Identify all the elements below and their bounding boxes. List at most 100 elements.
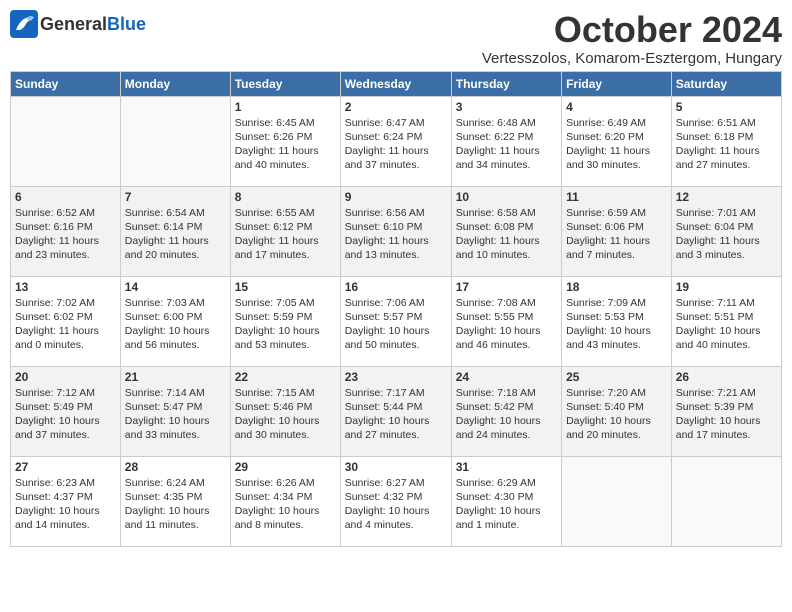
day-number: 24	[456, 370, 557, 384]
day-number: 18	[566, 280, 667, 294]
day-info: Sunrise: 7:06 AM Sunset: 5:57 PM Dayligh…	[345, 296, 447, 353]
calendar-day-cell: 11 Sunrise: 6:59 AM Sunset: 6:06 PM Dayli…	[562, 186, 672, 276]
calendar-day-cell	[11, 96, 121, 186]
day-info: Sunrise: 6:58 AM Sunset: 6:08 PM Dayligh…	[456, 206, 557, 263]
calendar-day-cell: 18 Sunrise: 7:09 AM Sunset: 5:53 PM Dayli…	[562, 276, 672, 366]
weekday-header-cell: Tuesday	[230, 71, 340, 96]
day-info: Sunrise: 6:23 AM Sunset: 4:37 PM Dayligh…	[15, 476, 116, 533]
calendar-day-cell: 17 Sunrise: 7:08 AM Sunset: 5:55 PM Dayli…	[451, 276, 561, 366]
day-info: Sunrise: 7:21 AM Sunset: 5:39 PM Dayligh…	[676, 386, 777, 443]
day-info: Sunrise: 6:45 AM Sunset: 6:26 PM Dayligh…	[235, 116, 336, 173]
calendar-week-row: 20 Sunrise: 7:12 AM Sunset: 5:49 PM Dayli…	[11, 366, 782, 456]
calendar-table: SundayMondayTuesdayWednesdayThursdayFrid…	[10, 71, 782, 547]
calendar-day-cell: 15 Sunrise: 7:05 AM Sunset: 5:59 PM Dayli…	[230, 276, 340, 366]
day-info: Sunrise: 7:08 AM Sunset: 5:55 PM Dayligh…	[456, 296, 557, 353]
day-info: Sunrise: 7:12 AM Sunset: 5:49 PM Dayligh…	[15, 386, 116, 443]
day-number: 31	[456, 460, 557, 474]
calendar-day-cell: 2 Sunrise: 6:47 AM Sunset: 6:24 PM Daylig…	[340, 96, 451, 186]
weekday-header-cell: Thursday	[451, 71, 561, 96]
page-header: GeneralBlue October 2024 Vertesszolos, K…	[10, 10, 782, 67]
day-number: 28	[125, 460, 226, 474]
calendar-day-cell: 24 Sunrise: 7:18 AM Sunset: 5:42 PM Dayli…	[451, 366, 561, 456]
calendar-week-row: 13 Sunrise: 7:02 AM Sunset: 6:02 PM Dayli…	[11, 276, 782, 366]
day-number: 15	[235, 280, 336, 294]
location: Vertesszolos, Komarom-Esztergom, Hungary	[482, 50, 782, 67]
day-info: Sunrise: 6:27 AM Sunset: 4:32 PM Dayligh…	[345, 476, 447, 533]
calendar-day-cell: 9 Sunrise: 6:56 AM Sunset: 6:10 PM Daylig…	[340, 186, 451, 276]
day-number: 11	[566, 190, 667, 204]
calendar-day-cell: 16 Sunrise: 7:06 AM Sunset: 5:57 PM Dayli…	[340, 276, 451, 366]
day-info: Sunrise: 6:54 AM Sunset: 6:14 PM Dayligh…	[125, 206, 226, 263]
calendar-week-row: 1 Sunrise: 6:45 AM Sunset: 6:26 PM Daylig…	[11, 96, 782, 186]
day-number: 7	[125, 190, 226, 204]
calendar-day-cell: 31 Sunrise: 6:29 AM Sunset: 4:30 PM Dayli…	[451, 456, 561, 546]
calendar-day-cell: 21Sunrise: 7:14 AM Sunset: 5:47 PM Dayli…	[120, 366, 230, 456]
day-info: Sunrise: 6:48 AM Sunset: 6:22 PM Dayligh…	[456, 116, 557, 173]
day-number: 25	[566, 370, 667, 384]
day-info: Sunrise: 6:26 AM Sunset: 4:34 PM Dayligh…	[235, 476, 336, 533]
calendar-day-cell: 30 Sunrise: 6:27 AM Sunset: 4:32 PM Dayli…	[340, 456, 451, 546]
calendar-day-cell: 10Sunrise: 6:58 AM Sunset: 6:08 PM Dayli…	[451, 186, 561, 276]
calendar-day-cell	[671, 456, 781, 546]
calendar-day-cell: 6 Sunrise: 6:52 AM Sunset: 6:16 PM Daylig…	[11, 186, 121, 276]
calendar-day-cell: 14 Sunrise: 7:03 AM Sunset: 6:00 PM Dayli…	[120, 276, 230, 366]
weekday-header-cell: Friday	[562, 71, 672, 96]
month-title: October 2024	[482, 10, 782, 50]
weekday-header-cell: Monday	[120, 71, 230, 96]
day-number: 27	[15, 460, 116, 474]
day-info: Sunrise: 6:56 AM Sunset: 6:10 PM Dayligh…	[345, 206, 447, 263]
logo-icon	[10, 10, 38, 38]
calendar-day-cell: 7 Sunrise: 6:54 AM Sunset: 6:14 PM Daylig…	[120, 186, 230, 276]
day-info: Sunrise: 7:20 AM Sunset: 5:40 PM Dayligh…	[566, 386, 667, 443]
day-number: 16	[345, 280, 447, 294]
calendar-day-cell: 20 Sunrise: 7:12 AM Sunset: 5:49 PM Dayli…	[11, 366, 121, 456]
day-number: 19	[676, 280, 777, 294]
day-info: Sunrise: 6:29 AM Sunset: 4:30 PM Dayligh…	[456, 476, 557, 533]
calendar-day-cell: 25 Sunrise: 7:20 AM Sunset: 5:40 PM Dayli…	[562, 366, 672, 456]
day-number: 6	[15, 190, 116, 204]
day-number: 8	[235, 190, 336, 204]
day-number: 9	[345, 190, 447, 204]
day-number: 17	[456, 280, 557, 294]
calendar-day-cell: 23 Sunrise: 7:17 AM Sunset: 5:44 PM Dayli…	[340, 366, 451, 456]
calendar-day-cell: 19 Sunrise: 7:11 AM Sunset: 5:51 PM Dayli…	[671, 276, 781, 366]
calendar-day-cell: 13 Sunrise: 7:02 AM Sunset: 6:02 PM Dayli…	[11, 276, 121, 366]
day-info: Sunrise: 7:17 AM Sunset: 5:44 PM Dayligh…	[345, 386, 447, 443]
day-number: 1	[235, 100, 336, 114]
weekday-header-cell: Sunday	[11, 71, 121, 96]
day-info: Sunrise: 6:49 AM Sunset: 6:20 PM Dayligh…	[566, 116, 667, 173]
day-number: 12	[676, 190, 777, 204]
day-info: Sunrise: 7:03 AM Sunset: 6:00 PM Dayligh…	[125, 296, 226, 353]
day-number: 20	[15, 370, 116, 384]
calendar-week-row: 6 Sunrise: 6:52 AM Sunset: 6:16 PM Daylig…	[11, 186, 782, 276]
day-info: Sunrise: 7:11 AM Sunset: 5:51 PM Dayligh…	[676, 296, 777, 353]
day-number: 4	[566, 100, 667, 114]
day-info: Sunrise: 6:24 AM Sunset: 4:35 PM Dayligh…	[125, 476, 226, 533]
calendar-day-cell: 28 Sunrise: 6:24 AM Sunset: 4:35 PM Dayli…	[120, 456, 230, 546]
day-number: 3	[456, 100, 557, 114]
day-info: Sunrise: 6:59 AM Sunset: 6:06 PM Dayligh…	[566, 206, 667, 263]
day-info: Sunrise: 7:18 AM Sunset: 5:42 PM Dayligh…	[456, 386, 557, 443]
day-number: 2	[345, 100, 447, 114]
day-number: 30	[345, 460, 447, 474]
day-number: 29	[235, 460, 336, 474]
day-info: Sunrise: 6:52 AM Sunset: 6:16 PM Dayligh…	[15, 206, 116, 263]
day-number: 14	[125, 280, 226, 294]
calendar-day-cell: 3 Sunrise: 6:48 AM Sunset: 6:22 PM Daylig…	[451, 96, 561, 186]
day-number: 5	[676, 100, 777, 114]
day-info: Sunrise: 7:09 AM Sunset: 5:53 PM Dayligh…	[566, 296, 667, 353]
weekday-header-cell: Wednesday	[340, 71, 451, 96]
day-info: Sunrise: 6:55 AM Sunset: 6:12 PM Dayligh…	[235, 206, 336, 263]
calendar-day-cell: 29 Sunrise: 6:26 AM Sunset: 4:34 PM Dayli…	[230, 456, 340, 546]
day-info: Sunrise: 6:47 AM Sunset: 6:24 PM Dayligh…	[345, 116, 447, 173]
day-number: 21	[125, 370, 226, 384]
day-number: 23	[345, 370, 447, 384]
calendar-day-cell: 5Sunrise: 6:51 AM Sunset: 6:18 PM Daylig…	[671, 96, 781, 186]
day-info: Sunrise: 7:05 AM Sunset: 5:59 PM Dayligh…	[235, 296, 336, 353]
calendar-day-cell: 12 Sunrise: 7:01 AM Sunset: 6:04 PM Dayli…	[671, 186, 781, 276]
weekday-header-row: SundayMondayTuesdayWednesdayThursdayFrid…	[11, 71, 782, 96]
logo: GeneralBlue	[10, 10, 146, 38]
day-info: Sunrise: 7:01 AM Sunset: 6:04 PM Dayligh…	[676, 206, 777, 263]
day-number: 13	[15, 280, 116, 294]
day-info: Sunrise: 7:02 AM Sunset: 6:02 PM Dayligh…	[15, 296, 116, 353]
